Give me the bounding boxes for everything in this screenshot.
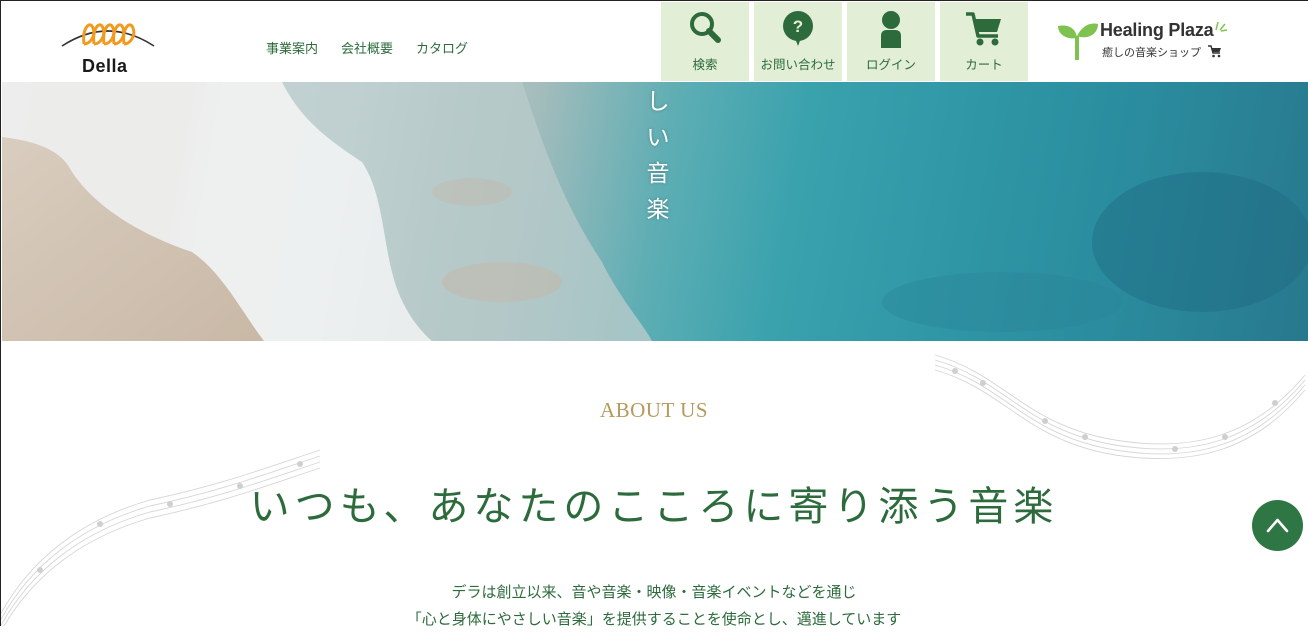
about-line: 「心と身体にやさしい音楽」を提供することを使命とし、邁進しています — [406, 610, 902, 628]
small-cart-icon — [1208, 45, 1221, 58]
contact-label: お問い合わせ — [760, 57, 836, 72]
sprout-icon — [1058, 23, 1098, 60]
search-icon — [690, 12, 721, 43]
header-tools: 検索 ? お問い合わせ ログイン カート — [661, 2, 1033, 81]
search-button[interactable]: 検索 — [661, 2, 749, 81]
about-catchphrase: いつも、あなたのこころに寄り添う音楽 — [249, 484, 1059, 530]
search-label: 検索 — [692, 57, 718, 72]
site-header: Della 事業案内 会社概要 カタログ 検索 ? お問い合わせ ログイン カー… — [0, 0, 1308, 82]
logo-text: Della — [82, 56, 128, 76]
nav-catalog[interactable]: カタログ — [416, 38, 468, 57]
about-line: デラは創立以来、音や音楽・映像・音楽イベントなどを通じ — [451, 583, 857, 601]
hero-banner: し い 音 楽 — [2, 82, 1308, 341]
back-to-top-button[interactable] — [1252, 500, 1303, 551]
hero-char: い — [646, 125, 670, 151]
hero-char: し — [646, 89, 670, 115]
cart-label: カート — [965, 57, 1003, 72]
chevron-up-icon — [1266, 518, 1289, 533]
hero-char: 楽 — [646, 197, 670, 223]
login-button[interactable]: ログイン — [847, 2, 935, 81]
person-icon — [881, 11, 901, 48]
healing-plaza-title: Healing Plaza — [1100, 20, 1214, 40]
cart-button[interactable]: カート — [940, 2, 1028, 81]
nav-company[interactable]: 会社概要 — [341, 38, 393, 57]
cart-icon — [966, 12, 1001, 46]
healing-plaza-link[interactable]: Healing Plaza 癒しの音楽ショップ — [1056, 18, 1236, 66]
sparkle-icon — [1215, 21, 1228, 32]
nav-business[interactable]: 事業案内 — [266, 38, 318, 57]
about-description: デラは創立以来、音や音楽・映像・音楽イベントなどを通じ 「心と身体にやさしい音楽… — [0, 579, 1308, 633]
della-logo[interactable]: Della — [60, 14, 156, 78]
main-nav: 事業案内 会社概要 カタログ — [266, 38, 491, 57]
login-label: ログイン — [865, 57, 916, 72]
hero-vertical-text: し い 音 楽 — [643, 84, 673, 228]
contact-button[interactable]: ? お問い合わせ — [754, 2, 842, 81]
hero-char: 音 — [646, 161, 670, 187]
della-logo-icon — [61, 23, 155, 47]
healing-plaza-subtitle: 癒しの音楽ショップ — [1102, 46, 1201, 59]
svg-text:?: ? — [793, 17, 803, 36]
about-heading: ABOUT US — [599, 398, 709, 422]
question-bubble-icon: ? — [783, 11, 813, 46]
